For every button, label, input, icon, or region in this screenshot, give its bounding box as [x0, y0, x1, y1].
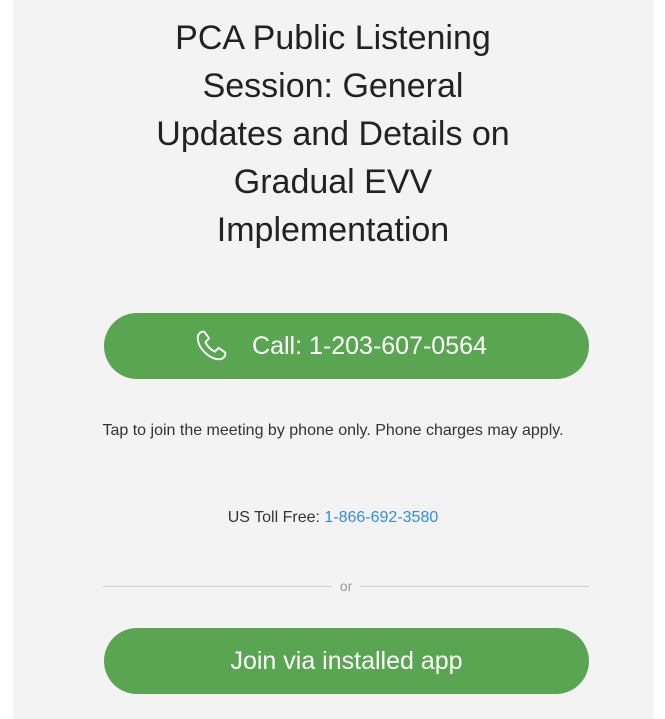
meeting-title: PCA Public Listening Session: General Up… [13, 14, 653, 254]
meeting-title-line: Implementation [216, 211, 450, 249]
join-via-app-button[interactable]: Join via installed app [104, 628, 589, 694]
call-button-label: Call: 1-203-607-0564 [252, 331, 487, 360]
meeting-join-panel: PCA Public Listening Session: General Up… [13, 0, 653, 719]
divider-line-left [103, 585, 332, 587]
divider-line-right [360, 585, 590, 587]
toll-free-number-link[interactable]: 1-866-692-3580 [324, 509, 438, 526]
meeting-title-line: Session: General [202, 67, 464, 105]
phone-charges-hint: Tap to join the meeting by phone only. P… [102, 422, 564, 439]
phone-icon [192, 327, 230, 365]
meeting-title-line: Updates and Details on [156, 115, 510, 153]
join-via-app-label: Join via installed app [230, 646, 463, 675]
or-divider: or [103, 576, 590, 596]
toll-free-info: US Toll Free: 1-866-692-3580 [13, 506, 653, 530]
meeting-title-line: Gradual EVV [233, 163, 433, 201]
call-button[interactable]: Call: 1-203-607-0564 [104, 313, 589, 379]
divider-or-text: or [339, 578, 353, 594]
meeting-title-line: PCA Public Listening [175, 19, 491, 57]
toll-free-label: US Toll Free: [227, 509, 325, 526]
